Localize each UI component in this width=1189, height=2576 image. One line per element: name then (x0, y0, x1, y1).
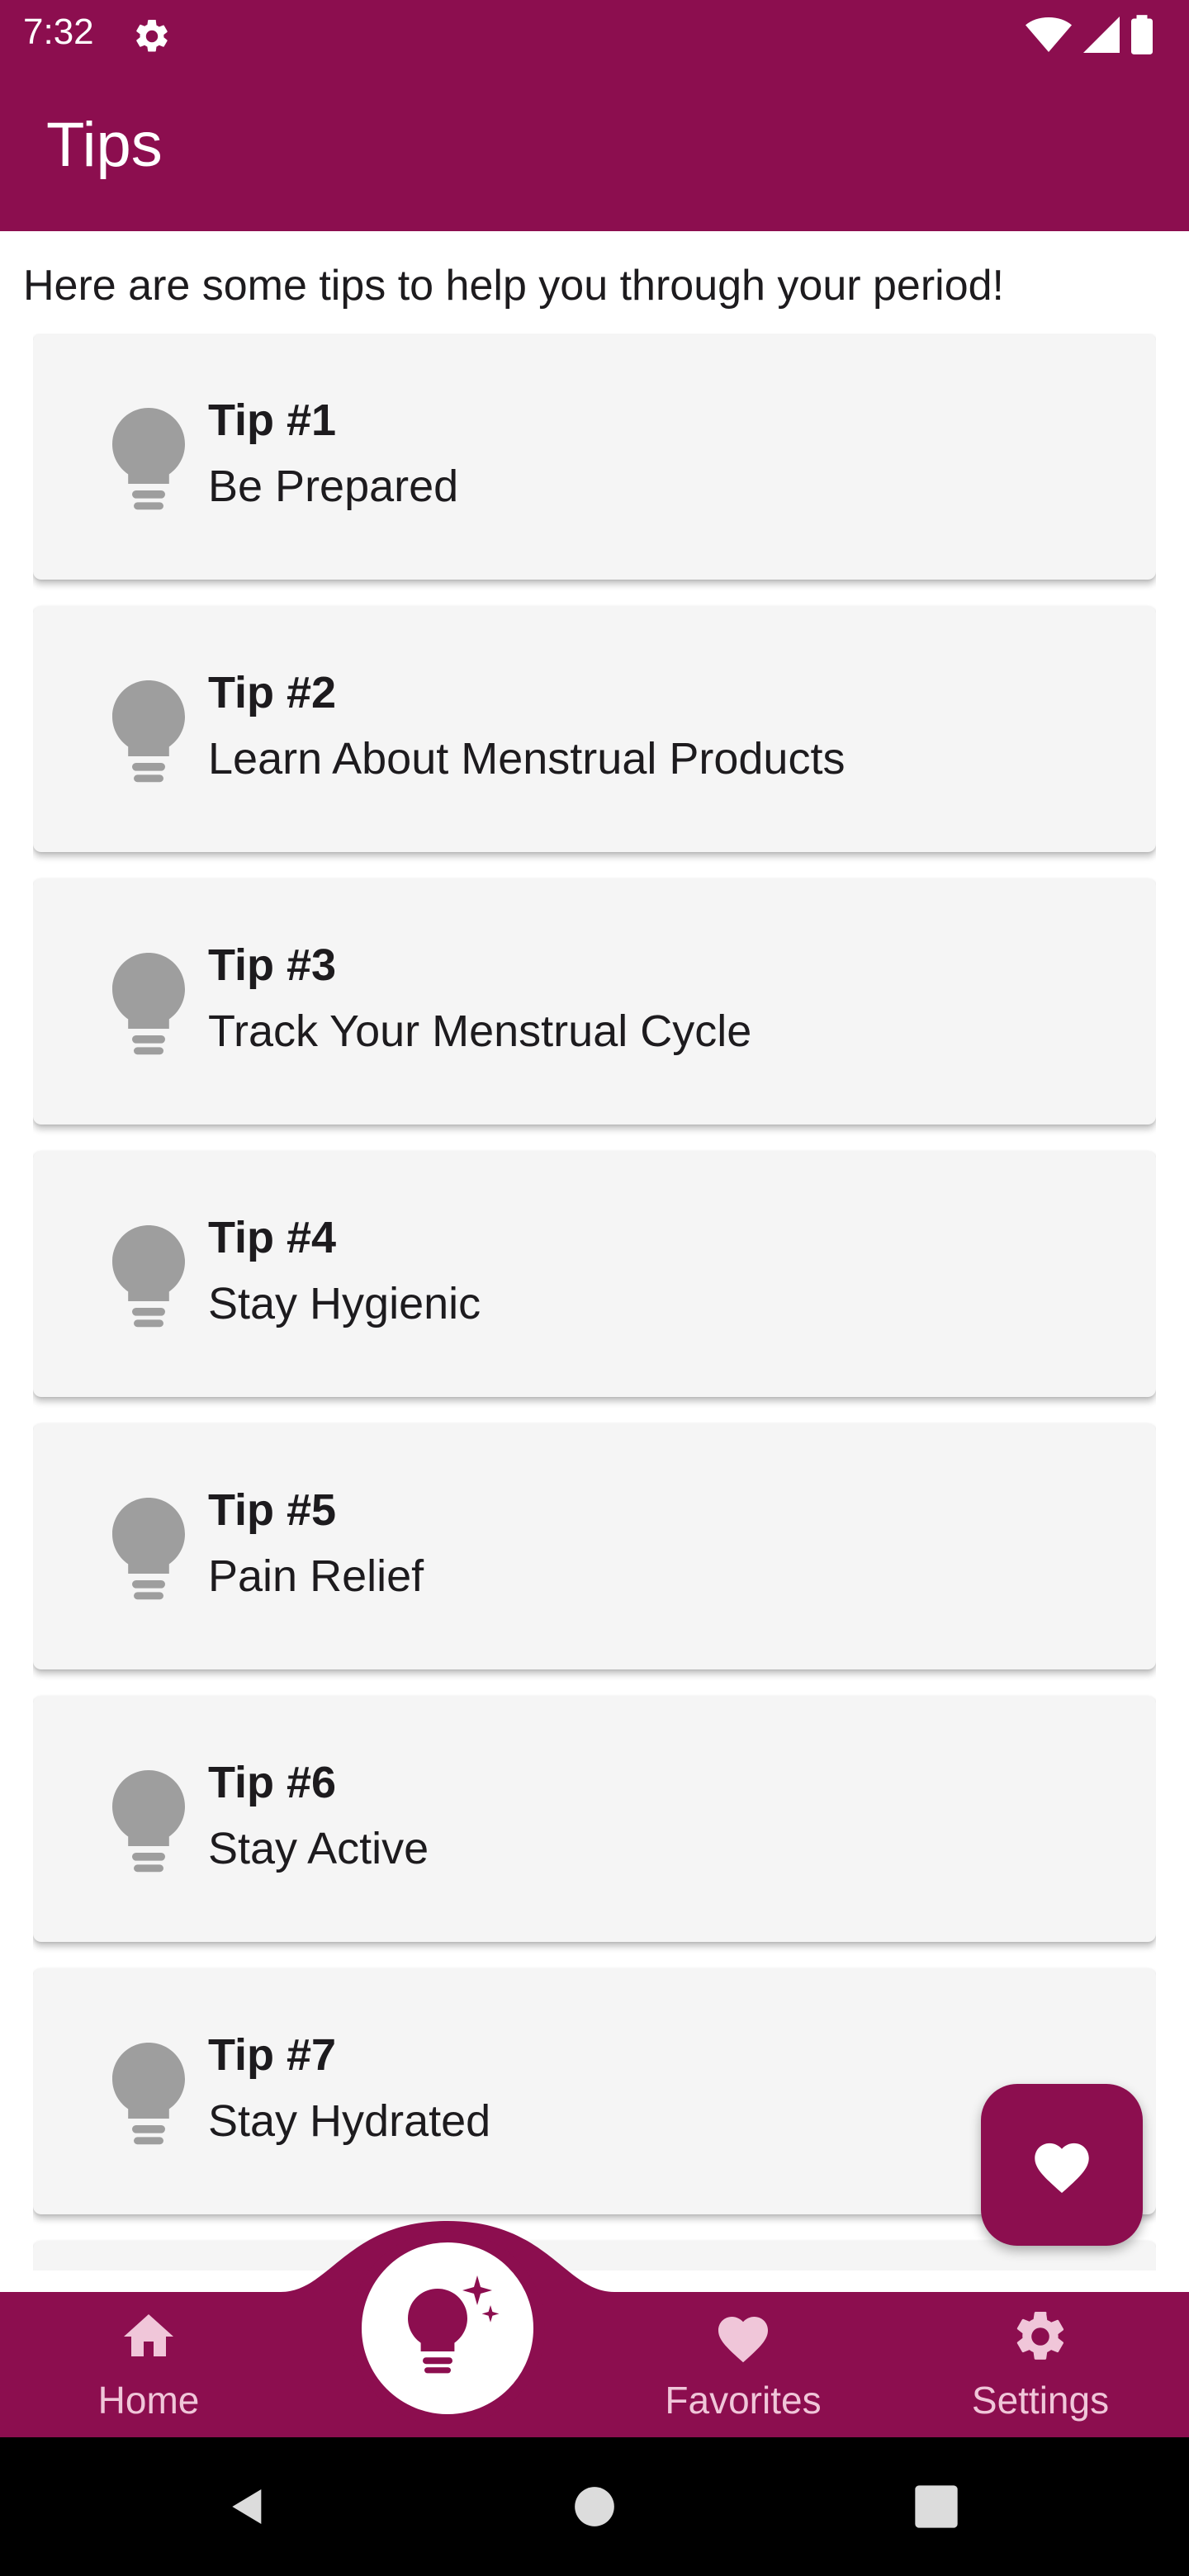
tip-number: Tip #6 (208, 1758, 337, 1807)
tip-title: Learn About Menstrual Products (208, 734, 846, 784)
lightbulb-icon (112, 1225, 185, 1328)
lightbulb-icon (112, 408, 185, 510)
bottom-navigation: Home Favorites Settings (0, 2213, 1189, 2437)
tips-screen: 7:32 Tips Here are some tips to help you… (0, 0, 1189, 2576)
lightbulb-icon (112, 2043, 185, 2145)
nav-label-home: Home (97, 2379, 200, 2422)
tip-card-4[interactable]: Tip #4 Stay Hygienic (33, 1151, 1156, 1397)
tip-number: Tip #3 (208, 940, 337, 990)
gear-icon (1016, 2311, 1064, 2360)
status-icons (1026, 15, 1153, 54)
settings-status-icon (136, 19, 168, 52)
tip-title: Track Your Menstrual Cycle (208, 1006, 752, 1056)
status-time: 7:32 (23, 12, 94, 52)
home-icon (124, 2314, 173, 2356)
tip-card-2[interactable]: Tip #2 Learn About Menstrual Products (33, 606, 1156, 852)
recents-icon[interactable] (913, 2484, 959, 2530)
nav-label-favorites: Favorites (665, 2379, 822, 2422)
nav-item-settings[interactable]: Settings (941, 2295, 1139, 2441)
tips-list[interactable]: Tip #1 Be Prepared Tip #2 Learn About Me… (33, 334, 1156, 2271)
lightbulb-icon (112, 1498, 185, 1600)
tip-title: Pain Relief (208, 1551, 424, 1601)
lightbulb-icon (112, 1770, 185, 1873)
battery-icon (1131, 15, 1153, 54)
tip-card-1[interactable]: Tip #1 Be Prepared (33, 334, 1156, 580)
nav-item-home[interactable]: Home (50, 2295, 248, 2441)
tip-card-6[interactable]: Tip #6 Stay Active (33, 1696, 1156, 1942)
tip-title: Stay Hydrated (208, 2096, 491, 2146)
lightbulb-icon (112, 680, 185, 783)
tip-card-5[interactable]: Tip #5 Pain Relief (33, 1423, 1156, 1669)
tip-number: Tip #4 (208, 1213, 337, 1262)
heart-icon (1035, 2143, 1089, 2194)
status-bar: 7:32 (0, 0, 1189, 69)
heart-icon (718, 2317, 768, 2363)
tip-title: Stay Active (208, 1824, 429, 1873)
system-nav-bar (0, 2437, 1189, 2576)
tip-number: Tip #1 (208, 395, 337, 445)
back-icon[interactable] (225, 2484, 271, 2530)
app-bar: Tips (0, 69, 1189, 231)
tip-title: Be Prepared (208, 462, 459, 511)
tip-title: Stay Hygienic (208, 1279, 481, 1328)
nav-label-settings: Settings (971, 2379, 1110, 2422)
wifi-icon (1026, 17, 1072, 52)
lightbulb-icon (112, 953, 185, 1055)
lightbulb-sparkle-icon (408, 2275, 500, 2374)
tip-number: Tip #7 (208, 2030, 337, 2080)
nav-item-tips[interactable] (350, 2231, 545, 2426)
tip-number: Tip #5 (208, 1485, 337, 1535)
intro-text: Here are some tips to help you through y… (23, 262, 1005, 310)
tip-number: Tip #2 (208, 668, 337, 717)
nav-item-favorites[interactable]: Favorites (644, 2295, 842, 2441)
tip-card-3[interactable]: Tip #3 Track Your Menstrual Cycle (33, 878, 1156, 1125)
cell-signal-icon (1083, 17, 1120, 53)
home-circle-icon[interactable] (573, 2485, 616, 2528)
page-title: Tips (46, 110, 163, 180)
